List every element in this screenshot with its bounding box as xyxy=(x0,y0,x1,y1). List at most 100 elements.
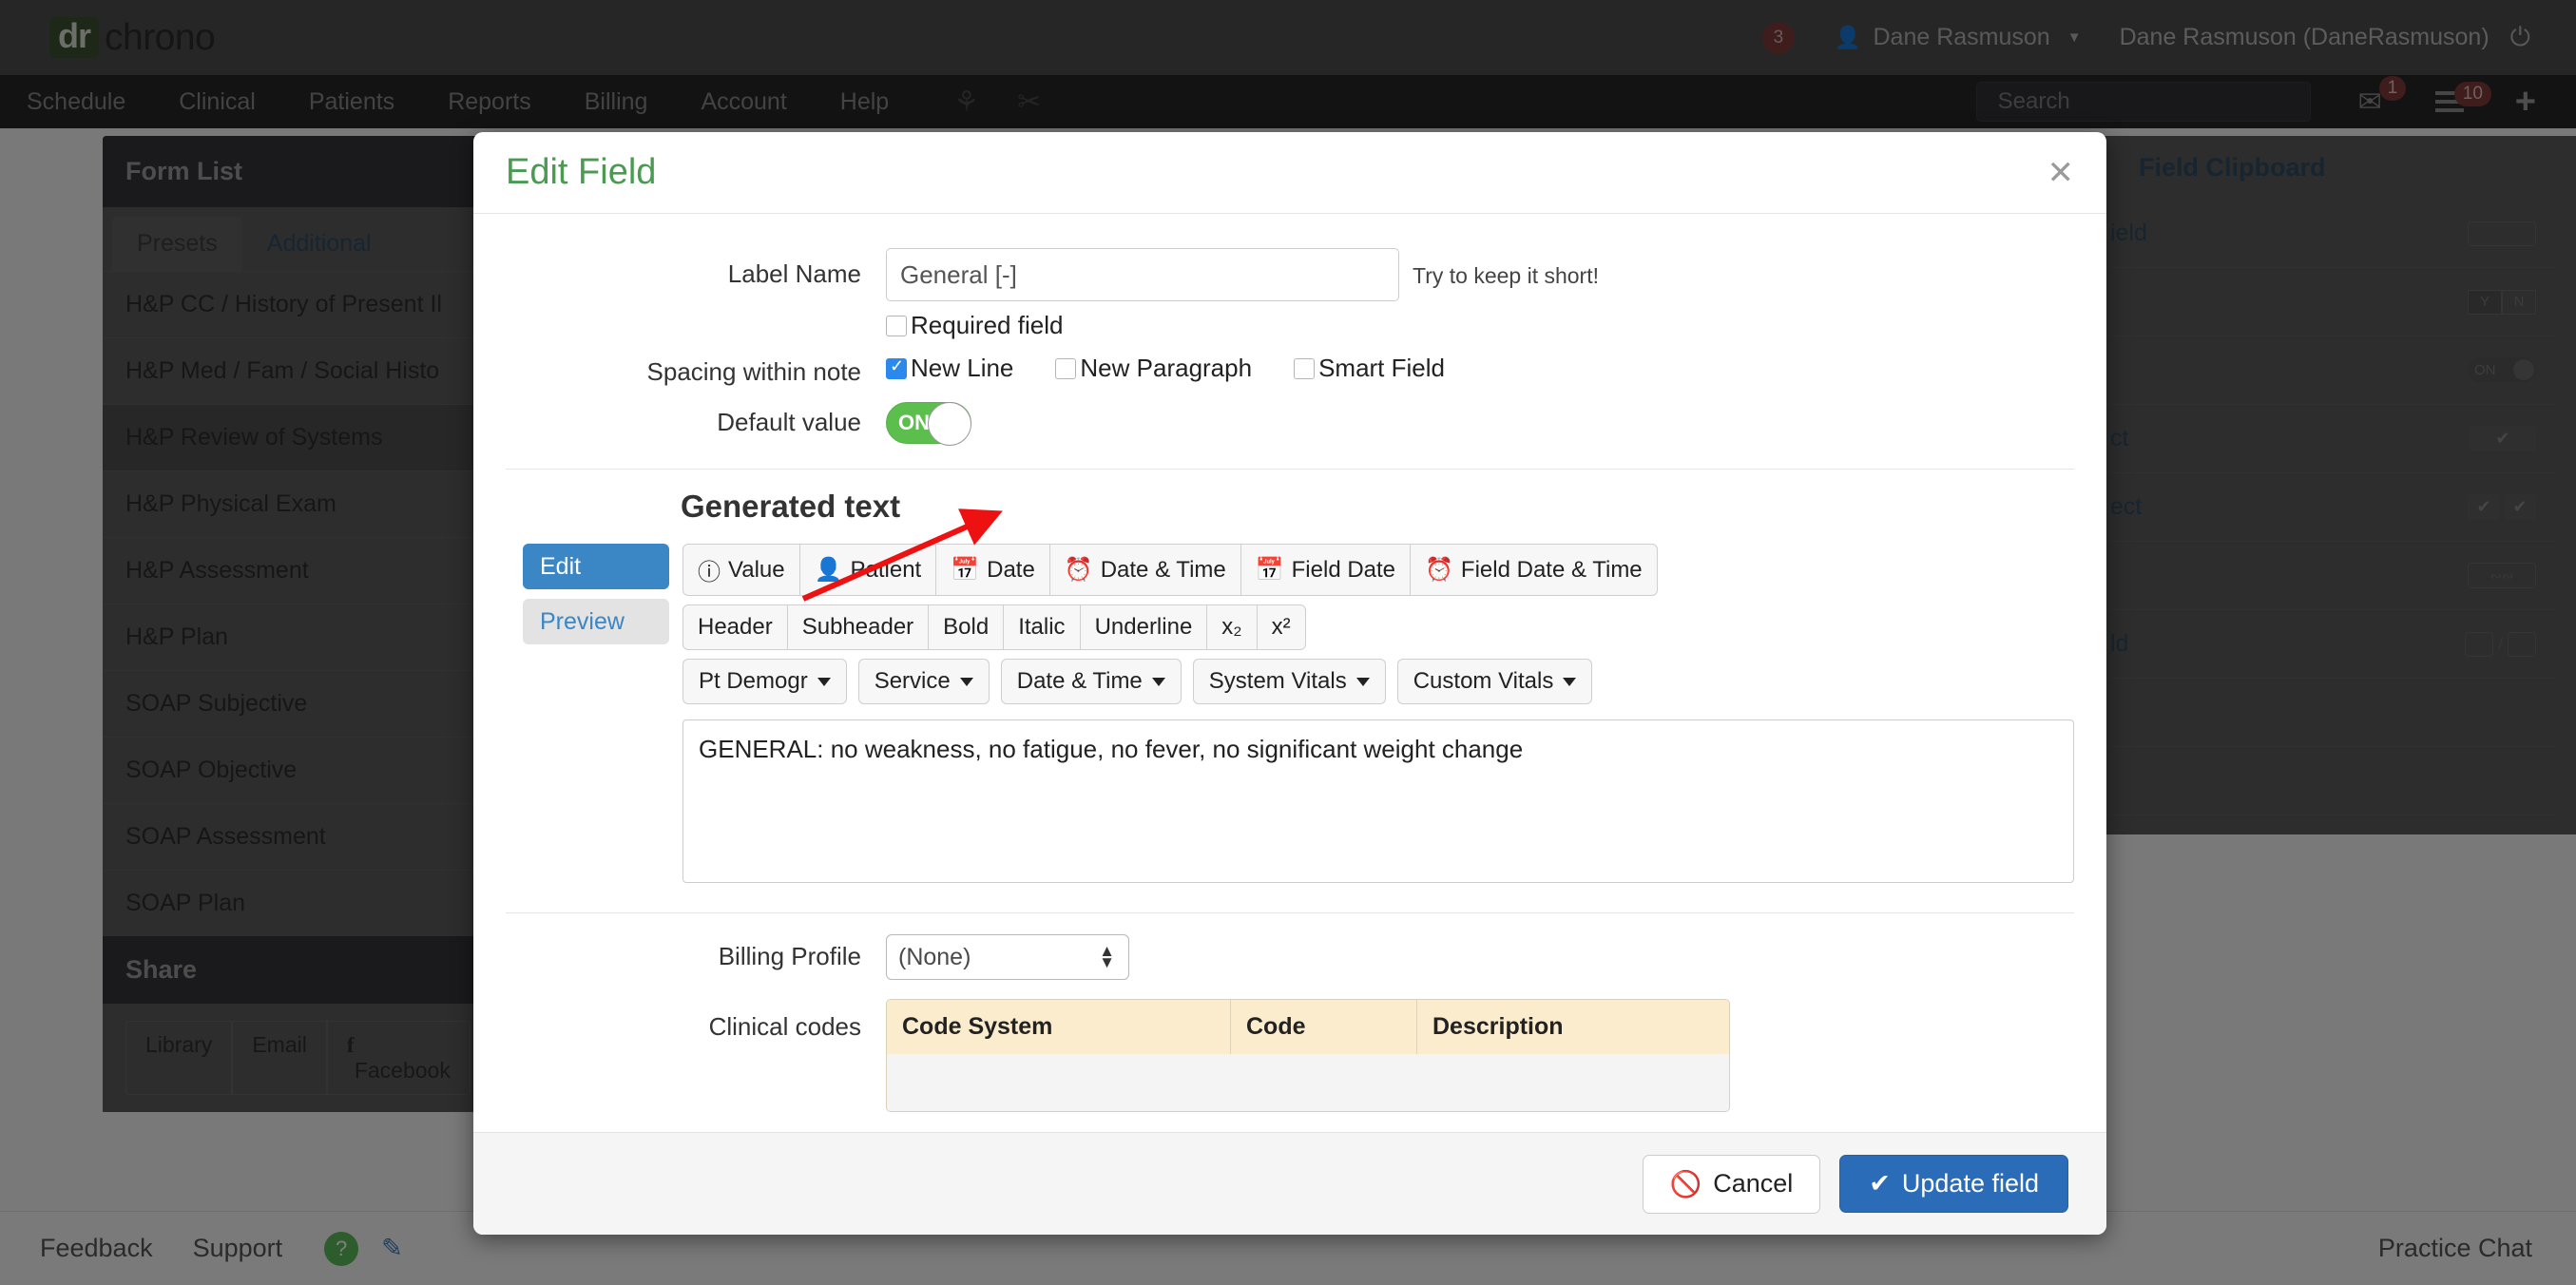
insert-date-button[interactable]: 📅 Date xyxy=(935,544,1050,596)
insert-date-time-button[interactable]: ⏰ Date & Time xyxy=(1048,544,1241,596)
column-code-system: Code System xyxy=(887,1000,1231,1054)
person-icon: 👤 xyxy=(814,557,843,583)
smart-field-label: Smart Field xyxy=(1318,354,1445,382)
modal-title: Edit Field xyxy=(506,152,657,192)
insert-patient-button[interactable]: 👤 Patient xyxy=(798,544,937,596)
clinical-codes-table: Code System Code Description xyxy=(886,999,1730,1112)
dropdown-service[interactable]: Service xyxy=(857,659,990,704)
tab-preview[interactable]: Preview xyxy=(523,599,669,644)
required-field-group[interactable]: Required field xyxy=(886,311,1105,340)
modal-header: Edit Field ✕ xyxy=(473,132,2106,214)
new-paragraph-label: New Paragraph xyxy=(1080,354,1253,382)
insert-value-label: Value xyxy=(728,556,785,583)
spacing-row: Spacing within note New Line New Paragra… xyxy=(506,354,2074,387)
generated-text-heading: Generated text xyxy=(681,489,901,524)
required-field-spacer xyxy=(506,311,886,322)
label-name-row: Label Name Try to keep it short! xyxy=(506,248,2074,301)
chevron-down-icon xyxy=(817,677,831,686)
dropdown-pt-demogr-label: Pt Demogr xyxy=(699,668,808,694)
format-bold-button[interactable]: Bold xyxy=(928,604,1005,650)
edit-field-modal: Edit Field ✕ Label Name Try to keep it s… xyxy=(473,132,2106,1235)
cancel-button[interactable]: 🚫 Cancel xyxy=(1642,1154,1821,1214)
label-name-hint: Try to keep it short! xyxy=(1413,263,1599,288)
clock-icon: ⏰ xyxy=(1425,557,1453,583)
select-arrows-icon: ▲ ▼ xyxy=(1099,942,1115,971)
label-name-input[interactable] xyxy=(886,248,1399,301)
new-paragraph-checkbox[interactable] xyxy=(1055,357,1077,379)
format-underline-button[interactable]: Underline xyxy=(1079,604,1208,650)
default-value-label: Default value xyxy=(717,408,861,436)
billing-profile-select[interactable]: (None) ▲ ▼ xyxy=(886,934,1129,980)
insert-date-time-label: Date & Time xyxy=(1100,556,1226,583)
edit-preview-tabs: Edit Preview xyxy=(523,544,669,888)
section-divider-1 xyxy=(506,469,2074,470)
format-italic-button[interactable]: Italic xyxy=(1003,604,1081,650)
dropdown-pt-demogr[interactable]: Pt Demogr xyxy=(682,659,847,704)
insert-field-date-button[interactable]: 📅 Field Date xyxy=(1240,544,1412,596)
column-description: Description xyxy=(1432,1013,1564,1040)
update-field-button[interactable]: ✔ Update field xyxy=(1839,1155,2068,1213)
format-buttons: Header Subheader Bold Italic Underline x… xyxy=(682,604,2074,650)
calendar-icon: 📅 xyxy=(1255,557,1284,583)
billing-profile-label: Billing Profile xyxy=(718,942,861,970)
new-line-checkbox[interactable] xyxy=(886,356,907,379)
dropdown-system-vitals-label: System Vitals xyxy=(1208,668,1347,694)
insert-date-label: Date xyxy=(987,556,1035,583)
modal-body: Label Name Try to keep it short! Require… xyxy=(473,214,2106,1132)
format-header-button[interactable]: Header xyxy=(682,604,788,650)
insert-field-date-label: Field Date xyxy=(1291,556,1396,583)
smart-field-checkbox[interactable] xyxy=(1294,357,1316,379)
tab-edit[interactable]: Edit xyxy=(523,544,669,589)
insert-field-date-time-button[interactable]: ⏰ Field Date & Time xyxy=(1410,544,1658,596)
clinical-codes-label: Clinical codes xyxy=(708,1012,861,1041)
info-icon: ⓘ xyxy=(698,560,721,585)
update-field-button-label: Update field xyxy=(1901,1169,2039,1198)
cancel-button-label: Cancel xyxy=(1713,1169,1794,1198)
default-value-state: ON xyxy=(898,411,930,434)
insert-value-button[interactable]: ⓘ Value xyxy=(682,544,800,596)
ban-icon: 🚫 xyxy=(1669,1169,1702,1199)
clinical-codes-body xyxy=(887,1054,1729,1111)
required-field-row: Required field xyxy=(506,311,2074,340)
new-line-label: New Line xyxy=(911,354,1014,382)
format-subscript-button[interactable]: x₂ xyxy=(1206,604,1258,650)
dropdown-date-time[interactable]: Date & Time xyxy=(1000,659,1182,704)
dropdown-custom-vitals[interactable]: Custom Vitals xyxy=(1396,659,1593,704)
default-value-row: Default value ON xyxy=(506,402,2074,446)
section-divider-2 xyxy=(506,912,2074,913)
toggle-knob xyxy=(928,402,971,446)
generated-text-section: Edit Preview ⓘ Value 👤 Patient 📅 Date ⏰ … xyxy=(506,544,2074,888)
generated-text-editor: ⓘ Value 👤 Patient 📅 Date ⏰ Date & Time 📅… xyxy=(682,544,2074,888)
dropdown-date-time-label: Date & Time xyxy=(1016,668,1143,694)
format-subheader-button[interactable]: Subheader xyxy=(786,604,930,650)
format-superscript-button[interactable]: x² xyxy=(1256,604,1306,650)
check-icon: ✔ xyxy=(1869,1169,1891,1198)
chevron-down-icon xyxy=(1151,677,1165,686)
calendar-icon: 📅 xyxy=(951,557,980,583)
spacing-label: Spacing within note xyxy=(646,357,861,386)
dropdown-custom-vitals-label: Custom Vitals xyxy=(1413,668,1554,694)
insert-field-date-time-label: Field Date & Time xyxy=(1460,556,1643,583)
modal-footer: 🚫 Cancel ✔ Update field xyxy=(473,1132,2106,1235)
billing-profile-row: Billing Profile (None) ▲ ▼ xyxy=(506,934,2074,980)
screen: dr chrono 3 👤 Dane Rasmuson ▼ Dane Rasmu… xyxy=(0,0,2576,1285)
default-value-toggle[interactable]: ON xyxy=(886,402,971,446)
chevron-down-icon xyxy=(959,677,973,686)
required-field-label: Required field xyxy=(911,311,1064,339)
label-name-label: Label Name xyxy=(727,259,861,288)
clock-icon: ⏰ xyxy=(1064,557,1093,583)
chevron-down-icon xyxy=(1355,677,1370,686)
dropdown-service-label: Service xyxy=(874,668,951,694)
required-field-checkbox[interactable] xyxy=(886,315,907,336)
insert-patient-label: Patient xyxy=(850,556,922,583)
merge-field-dropdowns: Pt Demogr Service Date & Time System Vit… xyxy=(682,659,2074,704)
clinical-codes-row: Clinical codes Code System Code Descript… xyxy=(506,999,2074,1112)
close-icon[interactable]: ✕ xyxy=(2047,154,2075,192)
insert-token-buttons: ⓘ Value 👤 Patient 📅 Date ⏰ Date & Time 📅… xyxy=(682,544,2074,596)
column-code: Code xyxy=(1231,1000,1417,1054)
chevron-down-icon xyxy=(1563,677,1577,686)
billing-profile-value: (None) xyxy=(898,943,971,970)
spacing-options: New Line New Paragraph Smart Field xyxy=(886,354,1487,383)
generated-text-textarea[interactable] xyxy=(682,719,2074,883)
dropdown-system-vitals[interactable]: System Vitals xyxy=(1192,659,1386,704)
